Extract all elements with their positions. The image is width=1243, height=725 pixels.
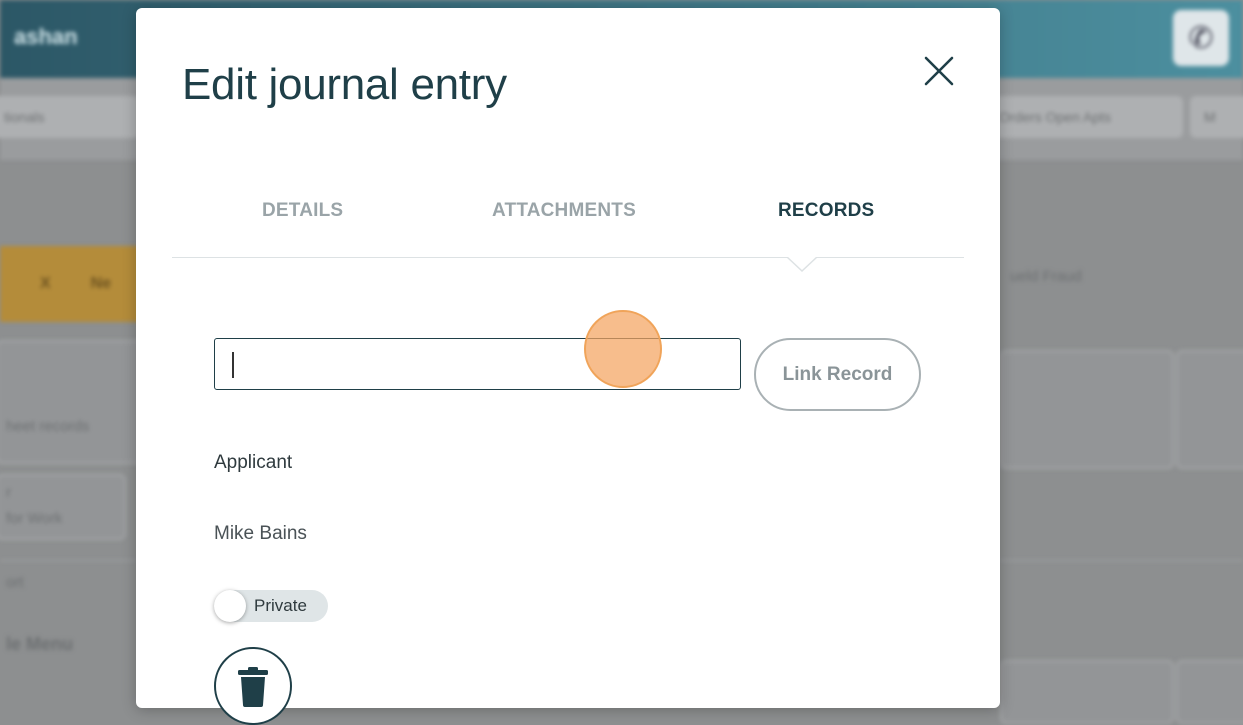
banner-text: Ne <box>90 275 112 292</box>
phone-icon: ✆ <box>1173 10 1229 66</box>
bg-divider <box>0 560 136 561</box>
close-button[interactable] <box>922 54 956 88</box>
bg-divider <box>1000 560 1243 561</box>
applicant-label: Applicant <box>214 452 293 473</box>
tab-details[interactable]: DETAILS <box>262 200 343 222</box>
text-cursor <box>232 352 234 378</box>
bg-card <box>1000 350 1174 469</box>
delete-button[interactable] <box>214 647 292 725</box>
bg-card <box>1000 660 1174 724</box>
bg-text: ort <box>6 574 24 591</box>
bg-card <box>0 340 150 464</box>
modal-title: Edit journal entry <box>182 60 507 109</box>
filter-pill: Orders Open Apts <box>985 96 1183 138</box>
edit-journal-entry-modal: Edit journal entry DETAILS ATTACHMENTS R… <box>136 8 1000 725</box>
toggle-knob[interactable] <box>214 590 246 622</box>
private-toggle-label: Private <box>254 596 307 615</box>
tab-attachments[interactable]: ATTACHMENTS <box>492 200 636 222</box>
filter-pill: tionals <box>0 96 140 138</box>
tab-bar: DETAILS ATTACHMENTS RECORDS <box>172 188 964 258</box>
close-icon <box>924 56 954 86</box>
bg-text: ueld Fraud <box>1010 268 1082 285</box>
bg-card <box>1176 350 1243 469</box>
bg-text: r <box>6 484 11 501</box>
tab-records[interactable]: RECORDS <box>778 200 874 222</box>
bg-card <box>1176 660 1243 724</box>
banner-icon: X <box>40 275 51 292</box>
bg-text: for Work <box>6 510 63 527</box>
bg-text: heet records <box>6 418 90 435</box>
bg-text: le Menu <box>6 634 74 654</box>
trash-icon <box>238 667 268 707</box>
alert-banner: X Ne <box>0 246 150 322</box>
bg-card <box>0 474 126 540</box>
private-toggle[interactable]: Private <box>214 590 328 622</box>
applicant-name[interactable]: Mike Bains <box>214 523 307 545</box>
app-brand: ashan <box>14 24 78 49</box>
link-record-button[interactable]: Link Record <box>754 338 921 411</box>
filter-pill: M <box>1190 96 1243 138</box>
click-indicator <box>584 310 662 388</box>
